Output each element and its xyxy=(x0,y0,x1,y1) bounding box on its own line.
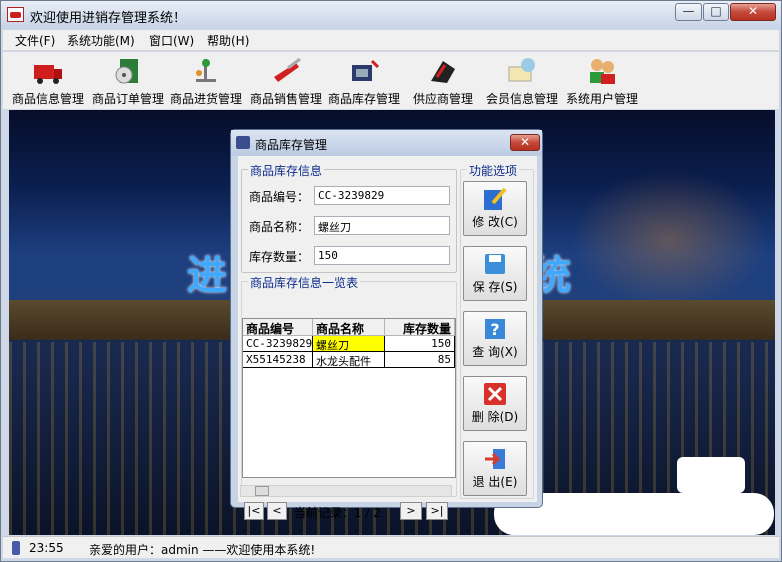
edit-icon xyxy=(483,187,507,211)
toolbar-product-orders[interactable]: 商品订单管理 xyxy=(91,55,165,107)
status-bar: 23:55 亲爱的用户：admin ——欢迎使用本系统! xyxy=(3,536,779,558)
toolbar-sales[interactable]: 商品销售管理 xyxy=(249,55,323,107)
column-header[interactable]: 库存数量 xyxy=(385,319,455,336)
toolbar-label: 会员信息管理 xyxy=(485,92,558,106)
background-title-left: 进 xyxy=(187,253,227,299)
group-title: 商品库存信息一览表 xyxy=(248,274,361,291)
menu-system-functions[interactable]: 系统功能(M) xyxy=(67,32,135,49)
app-logo-icon xyxy=(7,7,24,22)
toolbar-purchasing[interactable]: 商品进货管理 xyxy=(169,55,243,107)
inventory-icon xyxy=(236,136,250,149)
quantity-label: 库存数量： xyxy=(249,250,310,264)
table-cell[interactable]: X55145238 xyxy=(243,352,313,368)
white-overlay xyxy=(677,457,745,493)
prev-record-button[interactable]: < xyxy=(267,502,287,520)
quantity-field[interactable]: 150 xyxy=(314,246,450,265)
main-window: 欢迎使用进销存管理系统！ — □ ✕ 文件(F) 系统功能(M) 窗口(W) 帮… xyxy=(0,0,782,562)
inventory-table[interactable]: 商品编号 商品名称 库存数量 CC-3239829 螺丝刀 150 X55145… xyxy=(242,318,456,478)
status-message: 亲爱的用户：admin ——欢迎使用本系统! xyxy=(89,543,316,557)
toolbar-suppliers[interactable]: 供应商管理 xyxy=(411,55,475,107)
record-position: 当前记录：1 / 2 xyxy=(294,506,381,520)
save-button-label: 保 存(S) xyxy=(472,280,518,294)
menu-file[interactable]: 文件(F) xyxy=(15,32,55,49)
menu-help[interactable]: 帮助(H) xyxy=(207,32,249,49)
inventory-dialog: 商品库存管理 ✕ 商品库存信息 商品编号： CC-3239829 商品名称： 螺… xyxy=(230,129,543,520)
menu-bar: 文件(F) 系统功能(M) 窗口(W) 帮助(H) xyxy=(3,30,779,51)
name-field[interactable]: 螺丝刀 xyxy=(314,216,450,235)
exit-icon xyxy=(483,447,507,471)
swiss-knife-icon xyxy=(270,55,302,87)
close-button[interactable]: ✕ xyxy=(730,3,776,21)
toolbar-members[interactable]: 会员信息管理 xyxy=(485,55,559,107)
dialog-title: 商品库存管理 xyxy=(255,138,328,152)
horizontal-scrollbar[interactable] xyxy=(240,485,452,497)
toolbar-label: 商品订单管理 xyxy=(91,92,164,106)
svg-text:?: ? xyxy=(490,320,499,339)
minimize-button[interactable]: — xyxy=(675,3,702,21)
delete-button[interactable]: 删 除(D) xyxy=(463,376,527,431)
toolbar-label: 商品库存管理 xyxy=(327,92,400,106)
member-card-icon xyxy=(506,55,538,87)
conveyor-icon xyxy=(190,55,222,87)
title-bar[interactable]: 欢迎使用进销存管理系统！ — □ ✕ xyxy=(1,1,781,29)
window-title: 欢迎使用进销存管理系统！ xyxy=(30,11,187,26)
help-icon: ? xyxy=(483,317,507,341)
table-cell[interactable]: 水龙头配件 xyxy=(313,352,385,368)
delete-icon xyxy=(483,382,507,406)
column-header[interactable]: 商品编号 xyxy=(243,319,313,336)
code-field[interactable]: CC-3239829 xyxy=(314,186,450,205)
edit-button[interactable]: 修 改(C) xyxy=(463,181,527,236)
last-record-button[interactable]: >| xyxy=(426,502,448,520)
exit-button-label: 退 出(E) xyxy=(472,475,518,489)
toolbar: 商品信息管理 商品订单管理 商品进货管理 商品销售管理 商品库存管理 供应商管理… xyxy=(3,52,779,109)
name-label: 商品名称： xyxy=(249,220,310,234)
menu-window[interactable]: 窗口(W) xyxy=(149,32,194,49)
group-title: 商品库存信息 xyxy=(248,162,325,179)
next-record-button[interactable]: > xyxy=(400,502,422,520)
toolbar-label: 商品信息管理 xyxy=(11,92,84,106)
toolbar-label: 商品销售管理 xyxy=(249,92,322,106)
toolbar-inventory[interactable]: 商品库存管理 xyxy=(327,55,401,107)
first-record-button[interactable]: |< xyxy=(244,502,264,520)
save-button[interactable]: 保 存(S) xyxy=(463,246,527,301)
table-cell[interactable]: 85 xyxy=(385,352,455,368)
inventory-icon xyxy=(348,55,380,87)
dialog-close-button[interactable]: ✕ xyxy=(510,134,540,151)
delete-button-label: 删 除(D) xyxy=(471,410,519,424)
users-icon xyxy=(586,55,618,87)
exit-button[interactable]: 退 出(E) xyxy=(463,441,527,496)
maximize-button[interactable]: □ xyxy=(703,3,729,21)
status-icon xyxy=(12,541,20,555)
group-title: 功能选项 xyxy=(467,162,520,179)
scroll-thumb[interactable] xyxy=(255,486,269,496)
query-button[interactable]: ? 查 询(X) xyxy=(463,311,527,366)
code-label: 商品编号： xyxy=(249,190,310,204)
table-cell-selected[interactable]: 螺丝刀 xyxy=(313,336,385,352)
column-header[interactable]: 商品名称 xyxy=(313,319,385,336)
save-icon xyxy=(483,252,507,276)
piano-icon xyxy=(427,55,459,87)
toolbar-label: 商品进货管理 xyxy=(169,92,242,106)
toolbar-product-info[interactable]: 商品信息管理 xyxy=(11,55,85,107)
info-group: 商品库存信息 商品编号： CC-3239829 商品名称： 螺丝刀 库存数量： … xyxy=(241,162,457,273)
toolbar-label: 系统用户管理 xyxy=(565,92,638,106)
dialog-body: 商品库存信息 商品编号： CC-3239829 商品名称： 螺丝刀 库存数量： … xyxy=(238,156,537,520)
status-time: 23:55 xyxy=(29,541,64,555)
table-cell[interactable]: 150 xyxy=(385,336,455,352)
table-cell[interactable]: CC-3239829 xyxy=(243,336,313,352)
book-disc-icon xyxy=(112,55,144,87)
edit-button-label: 修 改(C) xyxy=(472,215,518,229)
dialog-title-bar[interactable]: 商品库存管理 ✕ xyxy=(231,130,542,156)
query-button-label: 查 询(X) xyxy=(472,345,518,359)
truck-icon xyxy=(32,55,64,87)
toolbar-label: 供应商管理 xyxy=(412,92,473,106)
toolbar-system-users[interactable]: 系统用户管理 xyxy=(565,55,639,107)
